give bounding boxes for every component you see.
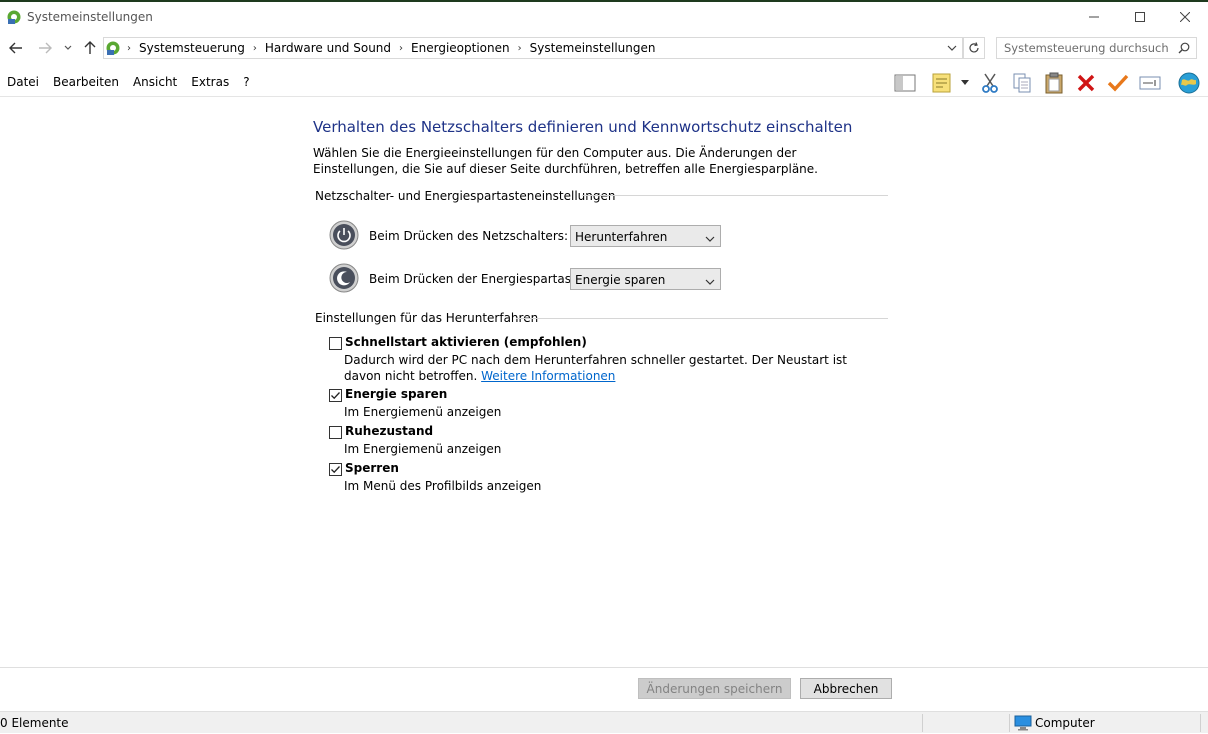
hibernate-checkbox[interactable] [329,426,342,439]
fast-startup-label[interactable]: Schnellstart aktivieren (empfohlen) [345,335,587,349]
paste-icon[interactable] [1042,71,1066,95]
copy-icon[interactable] [1010,71,1034,95]
control-panel-icon [105,40,121,56]
delete-icon[interactable] [1074,71,1098,95]
address-dropdown-button[interactable] [946,42,960,56]
window-title: Systemeinstellungen [27,10,153,24]
menu-help[interactable]: ? [236,75,256,89]
search-box [996,37,1197,59]
lock-description: Im Menü des Profilbilds anzeigen [344,479,542,493]
up-button[interactable] [80,39,100,57]
lock-label[interactable]: Sperren [345,461,399,475]
chevron-right-icon: › [127,42,131,54]
power-button-icon [329,220,359,250]
panel-icon[interactable] [893,71,917,95]
menu-ansicht[interactable]: Ansicht [126,75,184,89]
notes-icon[interactable] [930,71,954,95]
sleep-button-label: Beim Drücken der Energiespartaste: [369,272,588,286]
minimize-button[interactable] [1071,2,1117,32]
forward-button[interactable] [35,39,55,57]
status-bar: 0 Elemente Computer [0,711,1208,733]
cut-icon[interactable] [978,71,1002,95]
chevron-down-icon [705,232,715,246]
cancel-button[interactable]: Abbrechen [800,678,892,699]
save-button[interactable]: Änderungen speichern [638,678,791,699]
power-button-select[interactable]: Herunterfahren [570,225,721,247]
chevron-down-icon [705,275,715,289]
check-icon[interactable] [1106,71,1130,95]
menu-bearbeiten[interactable]: Bearbeiten [46,75,126,89]
location-label: Computer [1035,716,1095,730]
menu-extras[interactable]: Extras [184,75,236,89]
checkmark-icon [331,392,340,400]
page-intro: Wählen Sie die Energieeinstellungen für … [313,146,818,176]
fast-startup-checkbox[interactable] [329,337,342,350]
crumb-systemeinstellungen[interactable]: Systemeinstellungen [526,41,660,55]
power-button-label: Beim Drücken des Netzschalters: [369,229,569,243]
footer-separator [0,667,1208,668]
recent-locations-button[interactable] [60,39,76,57]
refresh-button[interactable] [963,37,985,59]
chevron-right-icon: › [517,42,522,54]
menu-separator [0,96,1208,97]
power-button-value: Herunterfahren [575,230,668,244]
computer-icon [1014,715,1032,734]
status-divider [922,714,923,732]
sleep-label[interactable]: Energie sparen [345,387,447,401]
menu-bar: Datei Bearbeiten Ansicht Extras ? [0,70,257,94]
group-divider [516,318,888,319]
checkmark-icon [331,466,340,474]
chevron-right-icon: › [252,42,257,54]
sleep-button-value: Energie sparen [575,273,666,287]
sleep-checkbox[interactable] [329,389,342,402]
fast-startup-description: Dadurch wird der PC nach dem Herunterfah… [344,352,864,384]
crumb-systemsteuerung[interactable]: Systemsteuerung [135,41,249,55]
close-button[interactable] [1162,2,1208,32]
control-panel-icon [6,9,22,25]
hibernate-description: Im Energiemenü anzeigen [344,442,502,456]
crumb-hardware-und-sound[interactable]: Hardware und Sound [261,41,395,55]
sleep-description: Im Energiemenü anzeigen [344,405,502,419]
power-group-title: Netzschalter- und Energiespartasteneinst… [315,189,616,203]
hibernate-label[interactable]: Ruhezustand [345,424,433,438]
search-input[interactable] [1004,41,1169,55]
maximize-button[interactable] [1117,2,1163,32]
item-count: 0 Elemente [0,716,69,730]
sleep-button-icon [329,263,359,293]
more-info-link[interactable]: Weitere Informationen [481,369,615,383]
lock-checkbox[interactable] [329,463,342,476]
status-divider [1009,714,1010,732]
crumb-energieoptionen[interactable]: Energieoptionen [407,41,514,55]
back-button[interactable] [6,39,26,57]
title-bar: Systemeinstellungen [0,2,1208,32]
status-divider [1200,714,1201,732]
menu-datei[interactable]: Datei [0,75,46,89]
dropdown-arrow-icon[interactable] [958,71,972,95]
group-divider [582,195,888,196]
globe-icon[interactable] [1177,71,1201,95]
sleep-button-select[interactable]: Energie sparen [570,268,721,290]
chevron-right-icon: › [399,42,404,54]
rename-icon[interactable] [1138,71,1162,95]
shutdown-group-title: Einstellungen für das Herunterfahren [315,311,539,325]
breadcrumb: › Systemsteuerung › Hardware und Sound ›… [105,37,660,59]
page-title: Verhalten des Netzschalters definieren u… [313,118,853,136]
search-icon[interactable] [1178,42,1190,57]
